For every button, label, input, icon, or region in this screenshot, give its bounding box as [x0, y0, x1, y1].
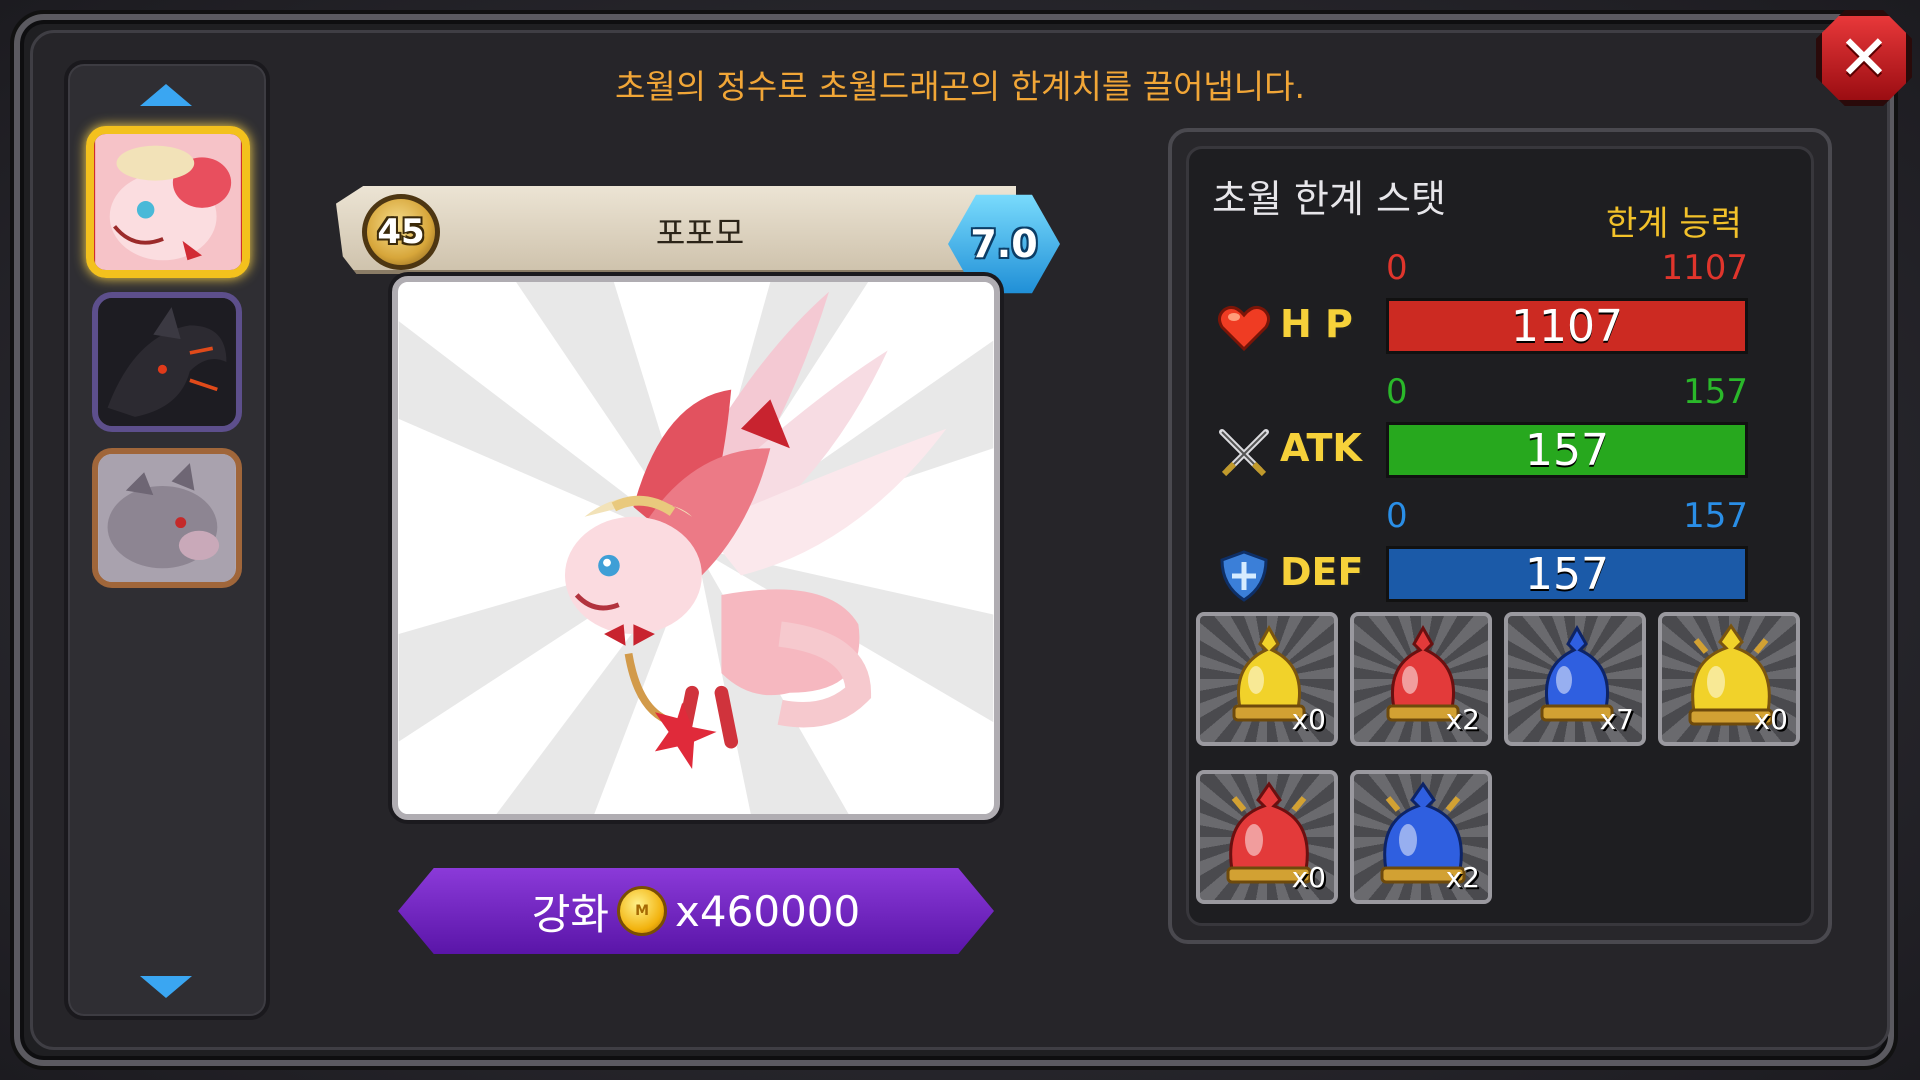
- stat-bar: 157: [1386, 546, 1748, 602]
- item-count: x0: [1753, 703, 1788, 736]
- item-slot-blue-potion[interactable]: x7: [1504, 612, 1646, 746]
- stat-min: 0: [1386, 372, 1408, 412]
- monster-thumb-black-dragon[interactable]: [92, 292, 242, 432]
- arrow-up-icon[interactable]: [140, 84, 192, 106]
- stat-bar: 1107: [1386, 298, 1748, 354]
- stat-bar: 157: [1386, 422, 1748, 478]
- stat-name: ATK: [1280, 426, 1362, 470]
- stat-range: 0 157: [1386, 372, 1748, 412]
- upgrade-label: 강화: [531, 889, 610, 939]
- item-slot-large-red-potion[interactable]: x0: [1196, 770, 1338, 904]
- stat-name: DEF: [1280, 550, 1364, 594]
- stat-title: 초월 한계 스탯: [1212, 177, 1446, 221]
- stat-max: 157: [1683, 372, 1748, 412]
- close-icon: ✕: [1838, 21, 1890, 94]
- coin-icon: M: [617, 886, 668, 936]
- item-slot-large-blue-potion[interactable]: x2: [1350, 770, 1492, 904]
- stat-min: 0: [1386, 248, 1408, 288]
- limit-label: 한계 능력: [1606, 204, 1742, 244]
- item-count: x0: [1291, 703, 1326, 736]
- stat-range: 0 157: [1386, 496, 1748, 536]
- heart-icon: [1214, 300, 1274, 356]
- item-slot-yellow-potion[interactable]: x0: [1196, 612, 1338, 746]
- level-value: 45: [377, 212, 425, 252]
- stat-min: 0: [1386, 496, 1408, 536]
- arrow-down-icon[interactable]: [140, 976, 192, 998]
- item-count: x7: [1599, 703, 1634, 736]
- close-button[interactable]: ✕: [1816, 10, 1912, 106]
- monster-thumb-gray-dragon[interactable]: [92, 448, 242, 588]
- monster-thumb-pink-dragon[interactable]: [86, 126, 250, 278]
- stat-max: 157: [1683, 496, 1748, 536]
- monster-list-panel: [64, 60, 270, 1020]
- item-slot-large-yellow-potion[interactable]: x0: [1658, 612, 1800, 746]
- grade-value: 7.0: [970, 222, 1038, 266]
- level-badge: 45: [362, 194, 440, 270]
- stat-max: 1107: [1661, 248, 1748, 288]
- page-subtitle: 초월의 정수로 초월드래곤의 한계치를 끌어냅니다.: [614, 67, 1305, 106]
- monster-name: 포포모: [655, 214, 745, 252]
- crossed-swords-icon: [1214, 424, 1274, 480]
- stat-range: 0 1107: [1386, 248, 1748, 288]
- stat-name: H P: [1280, 302, 1353, 346]
- item-count: x2: [1445, 861, 1480, 894]
- item-slot-red-potion[interactable]: x2: [1350, 612, 1492, 746]
- stat-value: 157: [1525, 548, 1609, 600]
- item-count: x2: [1445, 703, 1480, 736]
- shield-icon: [1214, 548, 1274, 604]
- item-count: x0: [1291, 861, 1326, 894]
- stat-value: 157: [1525, 424, 1609, 476]
- monster-portrait: [392, 276, 1000, 820]
- stat-value: 1107: [1511, 300, 1623, 352]
- upgrade-cost: x460000: [675, 886, 861, 936]
- upgrade-button[interactable]: 강화 M x460000: [398, 868, 994, 954]
